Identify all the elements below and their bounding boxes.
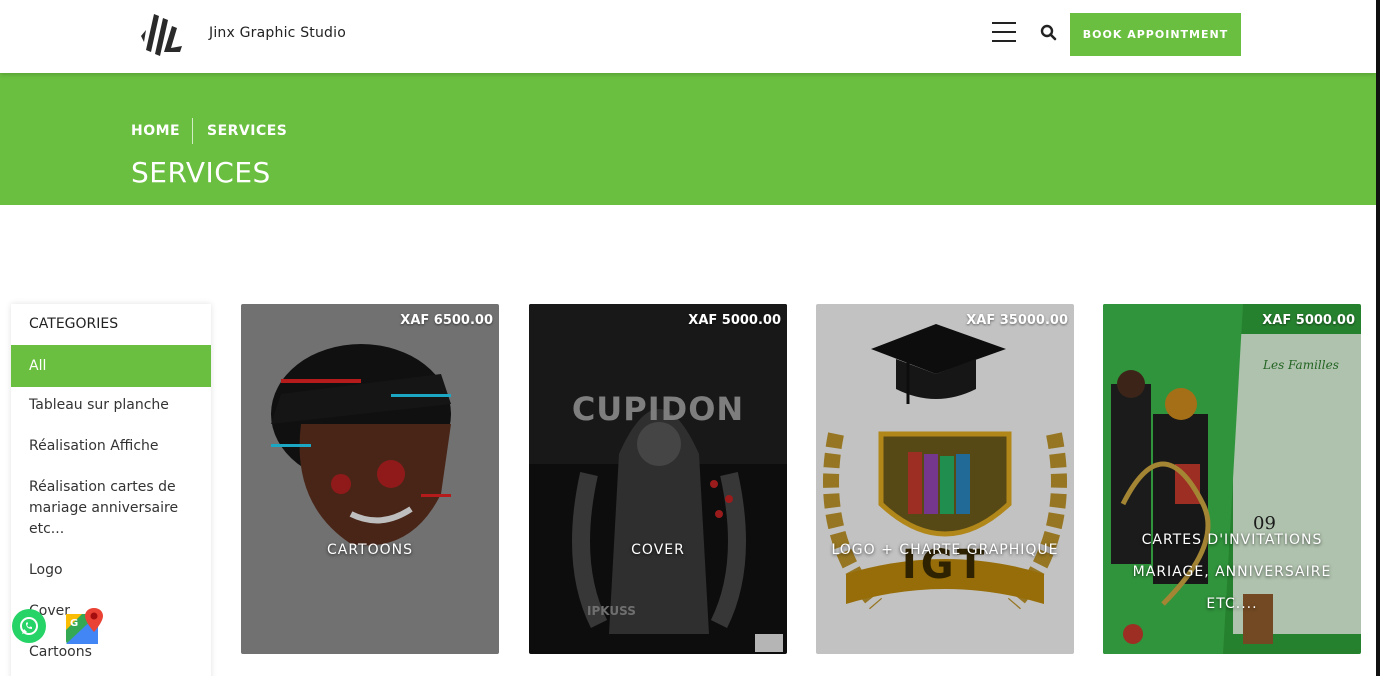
whatsapp-icon[interactable] (12, 609, 46, 643)
card-title: CARTES D'INVITATIONS MARIAGE, ANNIVERSAI… (1132, 532, 1332, 612)
service-card-invitations[interactable]: Les Familles 09 XAF 5000.00 CARTES D'INV… (1103, 304, 1361, 654)
category-item-tableau[interactable]: Tableau sur planche (11, 395, 211, 416)
card-price: XAF 6500.00 (400, 313, 493, 328)
card-overlay (816, 304, 1074, 654)
whatsapp-glyph-icon (20, 617, 38, 635)
page-banner: HOME SERVICES SERVICES (0, 73, 1376, 205)
category-item-cartoons[interactable]: Cartoons (11, 642, 211, 663)
breadcrumb-home[interactable]: HOME (131, 123, 180, 139)
category-item-all[interactable]: All (11, 345, 211, 387)
jinx-logo-icon[interactable] (138, 6, 184, 62)
page-title: SERVICES (131, 156, 271, 189)
card-title: CARTOONS (326, 542, 413, 558)
svg-text:G: G (70, 618, 78, 629)
site-header: Jinx Graphic Studio BOOK APPOINTMENT (0, 0, 1376, 73)
category-item-logo[interactable]: Logo (11, 560, 211, 581)
card-price: XAF 5000.00 (1262, 313, 1355, 328)
card-overlay (241, 304, 499, 654)
card-overlay (529, 304, 787, 654)
card-price: XAF 5000.00 (688, 313, 781, 328)
service-card-cover[interactable]: CUPIDON IPKUSS XAF 5000.00 COVER (529, 304, 787, 654)
breadcrumb-current: SERVICES (207, 123, 288, 139)
page: Jinx Graphic Studio BOOK APPOINTMENT HOM… (0, 0, 1380, 676)
google-maps-icon[interactable]: G (64, 606, 106, 646)
service-card-cartoons[interactable]: XAF 6500.00 CARTOONS (241, 304, 499, 654)
breadcrumb-divider (192, 118, 193, 144)
card-title: LOGO + CHARTE GRAPHIQUE (831, 542, 1059, 558)
brand-name[interactable]: Jinx Graphic Studio (209, 25, 346, 41)
window-edge (1376, 0, 1380, 676)
search-icon[interactable] (1040, 24, 1058, 42)
service-card-logo[interactable]: IGT XAF 35000.00 LOGO + CHARTE GRAPHIQUE (816, 304, 1074, 654)
card-price: XAF 35000.00 (966, 313, 1068, 328)
category-item-cartes[interactable]: Réalisation cartes de mariage anniversai… (11, 477, 186, 540)
hamburger-menu-icon[interactable] (992, 22, 1016, 42)
sidebar-title: CATEGORIES (29, 316, 119, 332)
card-title: COVER (631, 542, 685, 558)
category-item-affiche[interactable]: Réalisation Affiche (11, 436, 211, 457)
book-appointment-button[interactable]: BOOK APPOINTMENT (1070, 13, 1241, 56)
